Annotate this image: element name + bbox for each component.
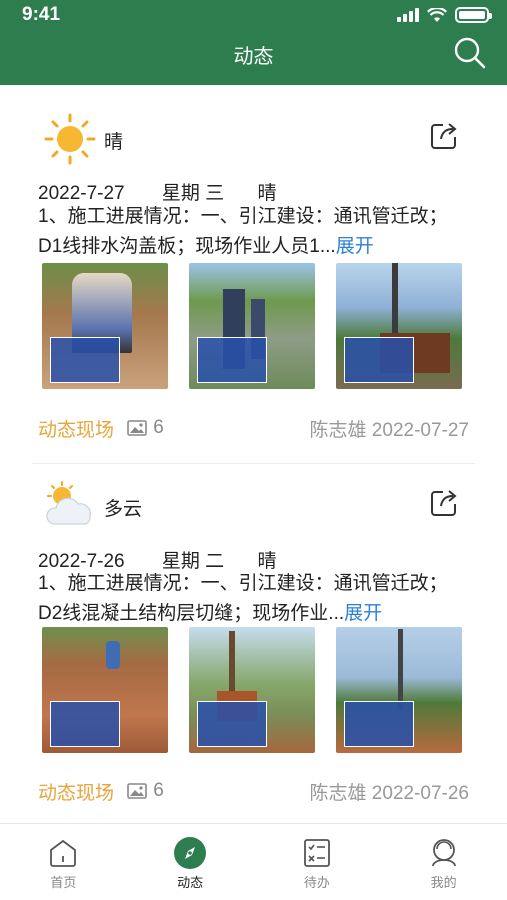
wifi-icon [427, 7, 447, 22]
post-meta: 2022-7-27 星期 三 晴 [38, 178, 276, 205]
desc-line: 1、施工进展情况：一、引江建设：通讯管迁改； [38, 206, 448, 227]
author-date: 陈志雄 2022-07-26 [309, 783, 469, 804]
post-description: 1、施工进展情况：一、引江建设：通讯管迁改； D2线混凝土结构层切缝；现场作业.… [38, 569, 478, 629]
photo-grid [42, 627, 462, 753]
post-weather-inline: 晴 [257, 183, 277, 204]
compass-icon [174, 837, 207, 869]
sun-icon [44, 113, 96, 165]
image-count: 6 [127, 780, 164, 802]
tab-label: 首页 [50, 875, 77, 890]
share-icon[interactable] [429, 488, 459, 518]
bottom-tab-bar: 首页 动态 待办 我的 [0, 823, 507, 900]
feed-list[interactable]: 晴 2022-7-27 星期 三 晴 1、施工进展情况：一、引江建设：通讯管迁改… [0, 85, 507, 823]
photo-grid [42, 263, 462, 389]
feed-card[interactable]: 多云 2022-7-26 星期 二 晴 1、施工进展情况：一、引江建设：通讯管迁… [0, 464, 507, 823]
page-title: 动态 [233, 46, 274, 68]
signal-icon [397, 8, 419, 22]
post-footer: 动态现场 6 陈志雄 2022-07-26 [38, 778, 469, 805]
tab-feed[interactable]: 动态 [127, 824, 254, 900]
tab-label: 待办 [303, 875, 330, 890]
image-icon [127, 783, 148, 799]
cloudy-icon [46, 481, 91, 525]
site-photo[interactable] [42, 627, 168, 753]
expand-link[interactable]: 展开 [344, 603, 382, 624]
home-icon [50, 839, 77, 867]
post-description: 1、施工进展情况：一、引江建设：通讯管迁改； D1线排水沟盖板；现场作业人员1.… [38, 202, 478, 262]
category-tag[interactable]: 动态现场 [38, 420, 114, 441]
site-photo[interactable] [336, 627, 462, 753]
weather-label: 多云 [104, 499, 143, 520]
image-count-value: 6 [153, 417, 164, 438]
todo-icon [303, 839, 330, 867]
tab-label: 我的 [430, 875, 457, 890]
post-date: 2022-7-27 [38, 183, 125, 204]
desc-line-2: D2线混凝土结构层切缝；现场作业...展开 [38, 599, 478, 629]
desc-line: 1、施工进展情况：一、引江建设：通讯管迁改； [38, 573, 448, 594]
desc-line-2: D1线排水沟盖板；现场作业人员1...展开 [38, 232, 478, 262]
post-footer: 动态现场 6 陈志雄 2022-07-27 [38, 415, 469, 442]
status-bar: 9:41 [0, 0, 507, 32]
site-photo[interactable] [189, 263, 315, 389]
tab-home[interactable]: 首页 [0, 824, 127, 900]
category-tag[interactable]: 动态现场 [38, 783, 114, 804]
feed-card[interactable]: 晴 2022-7-27 星期 三 晴 1、施工进展情况：一、引江建设：通讯管迁改… [0, 85, 507, 463]
author-date: 陈志雄 2022-07-27 [309, 420, 469, 441]
image-count: 6 [127, 417, 164, 439]
share-icon[interactable] [429, 121, 459, 151]
desc-line-text: D1线排水沟盖板；现场作业人员1... [38, 236, 336, 257]
app-header: 9:41 动态 [0, 0, 507, 85]
weather-label: 晴 [104, 132, 124, 153]
tab-todo[interactable]: 待办 [254, 824, 381, 900]
site-photo[interactable] [336, 263, 462, 389]
expand-link[interactable]: 展开 [336, 236, 374, 257]
tab-label: 动态 [177, 875, 204, 890]
image-icon [127, 420, 148, 436]
image-count-value: 6 [153, 780, 164, 801]
battery-icon [455, 7, 492, 23]
status-time: 9:41 [22, 4, 61, 25]
profile-icon [431, 839, 456, 867]
status-icons [397, 7, 492, 23]
search-icon[interactable] [453, 36, 487, 70]
tab-profile[interactable]: 我的 [380, 824, 507, 900]
post-weekday: 星期 三 [161, 183, 225, 204]
site-photo[interactable] [42, 263, 168, 389]
site-photo[interactable] [189, 627, 315, 753]
desc-line-text: D2线混凝土结构层切缝；现场作业... [38, 603, 345, 624]
